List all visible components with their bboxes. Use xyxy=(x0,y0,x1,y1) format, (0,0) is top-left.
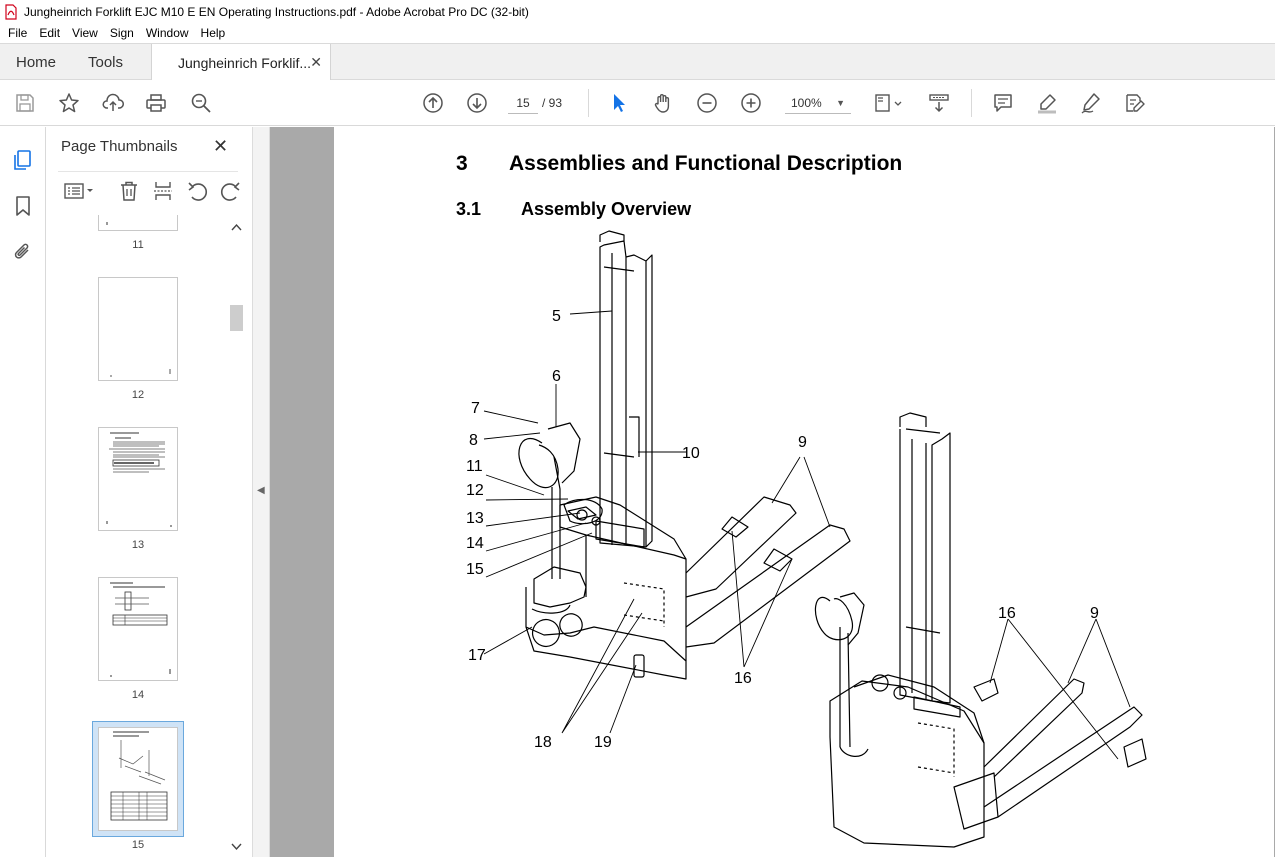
close-panel-icon[interactable]: ✕ xyxy=(213,136,228,157)
hand-icon[interactable] xyxy=(650,90,676,116)
chevron-down-icon: ▼ xyxy=(836,98,845,108)
page-fit-icon[interactable] xyxy=(870,90,906,116)
menu-file[interactable]: File xyxy=(2,26,33,40)
pdf-page: 5 6 7 8 9 10 11 12 13 14 15 16 17 18 19 … xyxy=(334,127,1274,857)
thumbnail-toolbar xyxy=(58,171,240,207)
comment-icon[interactable] xyxy=(990,90,1016,116)
callout-9-right: 9 xyxy=(1090,605,1099,622)
menu-edit[interactable]: Edit xyxy=(33,26,66,40)
zoom-select[interactable]: 100% ▼ xyxy=(785,92,851,114)
tab-close-icon[interactable]: ✕ xyxy=(310,54,322,71)
toolbar-divider xyxy=(588,89,589,117)
callout-14: 14 xyxy=(466,535,484,552)
delete-page-icon[interactable] xyxy=(118,180,140,202)
menu-bar: File Edit View Sign Window Help xyxy=(0,23,1275,43)
left-navigation-rail xyxy=(0,127,46,857)
callout-5: 5 xyxy=(552,308,561,325)
thumbnail-page-15[interactable] xyxy=(98,727,178,831)
thumbnail-options-icon[interactable] xyxy=(62,180,96,202)
panel-title: Page Thumbnails xyxy=(61,138,178,155)
save-icon[interactable] xyxy=(12,90,38,116)
callout-12: 12 xyxy=(466,482,484,499)
callout-9: 9 xyxy=(798,434,807,451)
callout-18: 18 xyxy=(534,734,552,751)
thumbnail-page-14[interactable] xyxy=(98,577,178,681)
assembly-drawing: 5 6 7 8 9 10 11 12 13 14 15 16 17 18 19 … xyxy=(466,230,1147,848)
thumbnail-list: 11 12 13 14 15 xyxy=(58,215,228,857)
thumbnail-label: 13 xyxy=(131,539,145,551)
callout-7: 7 xyxy=(471,400,480,417)
zoom-value: 100% xyxy=(791,95,822,110)
menu-view[interactable]: View xyxy=(66,26,104,40)
thumbnail-page-12[interactable] xyxy=(98,277,178,381)
rotate-left-icon[interactable] xyxy=(186,180,208,202)
thumbnail-scrollbar[interactable] xyxy=(229,221,244,857)
callout-6: 6 xyxy=(552,368,561,385)
callout-17: 17 xyxy=(468,647,486,664)
title-bar: Jungheinrich Forklift EJC M10 E EN Opera… xyxy=(0,0,1275,23)
main-toolbar: / 93 100% ▼ xyxy=(0,80,1275,126)
rotate-right-icon[interactable] xyxy=(220,180,242,202)
extract-page-icon[interactable] xyxy=(152,180,174,202)
tab-document-label: Jungheinrich Forklif... xyxy=(178,54,312,71)
toolbar-divider xyxy=(971,89,972,117)
thumbnails-panel: Page Thumbnails ✕ 11 12 13 14 15 xyxy=(46,127,252,857)
thumbnail-page-13[interactable] xyxy=(98,427,178,531)
callout-13: 13 xyxy=(466,510,484,527)
tab-home[interactable]: Home xyxy=(16,44,56,80)
tab-document[interactable]: Jungheinrich Forklif... ✕ xyxy=(151,44,331,81)
callout-10: 10 xyxy=(682,445,700,462)
subsection-number: 3.1 xyxy=(456,199,482,219)
print-icon[interactable] xyxy=(143,90,169,116)
panel-splitter[interactable]: ◀ xyxy=(252,127,270,857)
thumbnail-label: 12 xyxy=(131,389,145,401)
scroll-down-icon[interactable] xyxy=(231,843,242,851)
page-down-icon[interactable] xyxy=(464,90,490,116)
scroll-mode-icon[interactable] xyxy=(926,90,952,116)
upload-icon[interactable] xyxy=(100,90,126,116)
page-total: / 93 xyxy=(542,96,563,110)
callout-16-right: 16 xyxy=(998,605,1016,622)
document-viewport[interactable]: 5 6 7 8 9 10 11 12 13 14 15 16 17 18 19 … xyxy=(270,127,1275,857)
acrobat-logo-icon xyxy=(5,3,17,20)
highlight-icon[interactable] xyxy=(1034,90,1060,116)
search-icon[interactable] xyxy=(188,90,214,116)
callout-15: 15 xyxy=(466,561,484,578)
callout-11: 11 xyxy=(466,458,483,475)
tab-bar: Home Tools Jungheinrich Forklif... ✕ xyxy=(0,43,1275,81)
zoom-in-icon[interactable] xyxy=(738,90,764,116)
tab-tools[interactable]: Tools xyxy=(88,44,123,80)
callout-16: 16 xyxy=(734,670,752,687)
thumbnail-label: 14 xyxy=(131,689,145,701)
callout-8: 8 xyxy=(469,432,478,449)
thumbnail-label: 15 xyxy=(131,839,145,851)
section-number: 3 xyxy=(456,152,468,175)
scroll-up-icon[interactable] xyxy=(231,223,242,231)
bookmark-icon[interactable] xyxy=(10,193,36,219)
scrollbar-thumb[interactable] xyxy=(230,305,243,331)
attachment-icon[interactable] xyxy=(10,239,36,265)
menu-help[interactable]: Help xyxy=(195,26,232,40)
page-thumbnails-icon[interactable] xyxy=(10,147,36,173)
callout-19: 19 xyxy=(594,734,612,751)
menu-sign[interactable]: Sign xyxy=(104,26,140,40)
page-up-icon[interactable] xyxy=(420,90,446,116)
thumbnail-page-11[interactable] xyxy=(98,215,178,231)
menu-window[interactable]: Window xyxy=(140,26,195,40)
section-heading: Assemblies and Functional Description xyxy=(509,152,903,175)
zoom-out-icon[interactable] xyxy=(694,90,720,116)
fill-sign-icon[interactable] xyxy=(1122,90,1148,116)
select-arrow-icon[interactable] xyxy=(606,90,632,116)
callout-labels: 5 6 7 8 9 10 11 12 13 14 15 16 17 18 19 … xyxy=(466,308,1099,751)
collapse-arrow-icon[interactable]: ◀ xyxy=(257,485,265,496)
subsection-heading: Assembly Overview xyxy=(521,199,692,219)
draw-icon[interactable] xyxy=(1078,90,1104,116)
thumbnail-label: 11 xyxy=(132,239,144,251)
page-number-input[interactable] xyxy=(508,92,538,114)
window-title: Jungheinrich Forklift EJC M10 E EN Opera… xyxy=(24,4,529,19)
star-icon[interactable] xyxy=(56,90,82,116)
